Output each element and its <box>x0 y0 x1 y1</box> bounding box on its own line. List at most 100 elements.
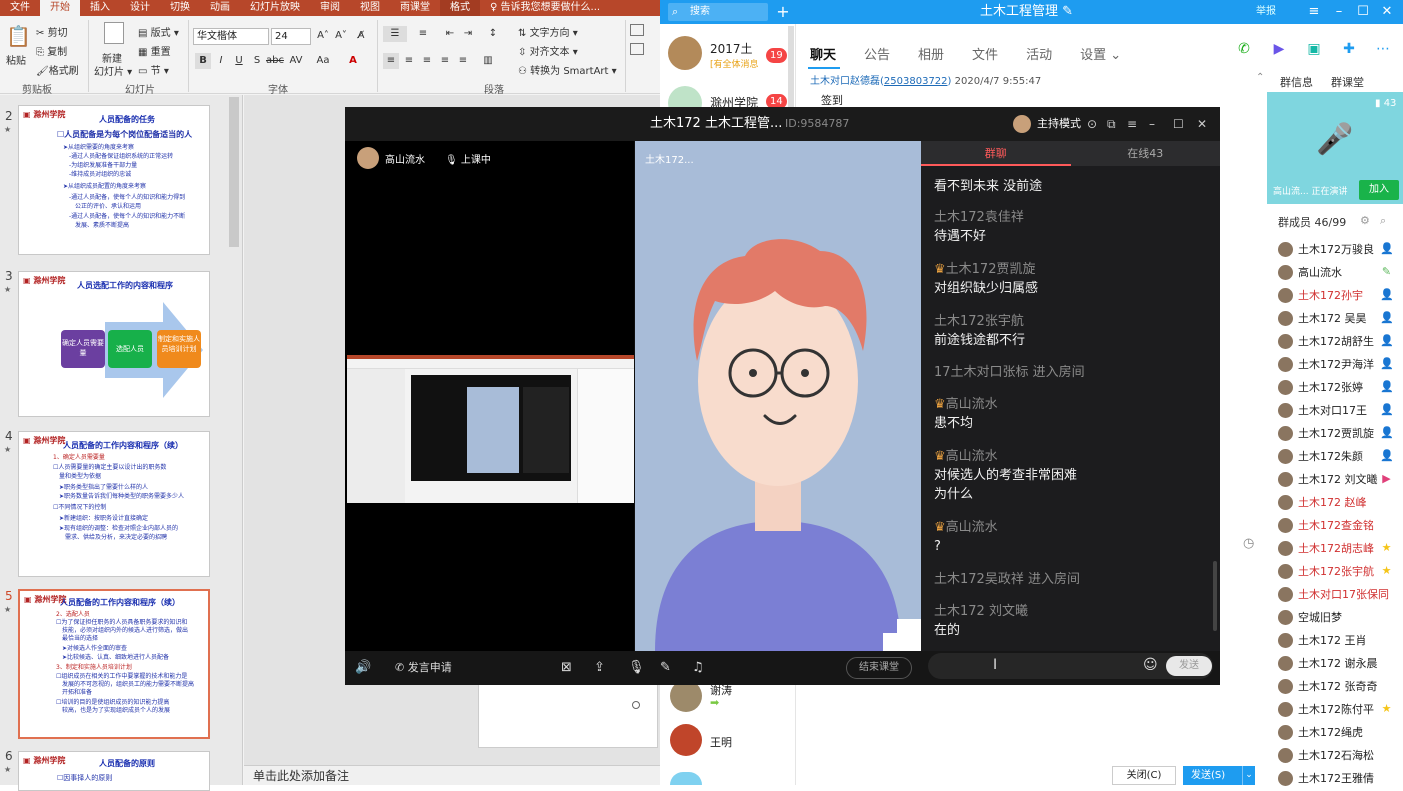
minimize-icon[interactable]: – <box>1328 0 1350 24</box>
tab-group-classroom[interactable]: 群课堂 <box>1331 74 1364 90</box>
member-row[interactable]: 土木172尹海洋 <box>1278 353 1374 375</box>
tab-announcement[interactable]: 公告 <box>864 44 890 63</box>
increase-indent-icon[interactable]: ⇥ <box>460 26 476 42</box>
member-row[interactable]: 土木172石海松 <box>1278 744 1374 766</box>
sender-qq-number[interactable]: 2503803722 <box>884 76 948 87</box>
bold-icon[interactable]: B <box>195 53 211 69</box>
member-row[interactable]: 土木172 赵峰 <box>1278 491 1367 513</box>
grow-font-icon[interactable]: A˄ <box>315 28 331 44</box>
tab-animations[interactable]: 动画 <box>200 0 240 16</box>
clear-format-icon[interactable]: A̸ <box>353 28 369 44</box>
settings-icon[interactable]: ⊙ <box>1087 107 1097 141</box>
tab-files[interactable]: 文件 <box>972 44 998 63</box>
classroom-send-button[interactable]: 发送 <box>1166 656 1212 676</box>
new-message-icon[interactable]: ✚ <box>1340 40 1358 58</box>
font-color-icon[interactable]: A <box>345 53 361 69</box>
justify-icon[interactable]: ≡ <box>437 53 453 69</box>
tab-online[interactable]: 在线43 <box>1071 141 1221 166</box>
slide-thumbnail-4[interactable]: ▣ 滁州学院 人员配备的工作内容和程序（续） 1、确定人员需要量 ☐人员需要量的… <box>18 431 210 577</box>
tab-review[interactable]: 审阅 <box>310 0 350 16</box>
format-painter-button[interactable]: 🖌格式刷 <box>36 62 79 77</box>
member-row[interactable]: 土木172查金铭 <box>1278 514 1374 536</box>
chat-scrollbar[interactable] <box>1213 561 1217 631</box>
menu-icon[interactable]: ≡ <box>1127 107 1137 141</box>
conversation-item[interactable]: 2017土 [有全体消息 19 <box>660 32 796 76</box>
maximize-icon[interactable]: ☐ <box>1173 107 1184 141</box>
slide-thumbnail-5-selected[interactable]: ▣ 滁州学院 人员配备的工作内容和程序（续） 2、选配人员 ☐为了保证担任职务的… <box>18 589 210 739</box>
strikethrough-icon[interactable]: abc <box>266 53 284 69</box>
tab-home[interactable]: 开始 <box>40 0 80 16</box>
align-right-icon[interactable]: ≡ <box>419 53 435 69</box>
copy-button[interactable]: ⎘ 复制 <box>36 43 67 58</box>
member-row[interactable]: 空城旧梦 <box>1278 606 1342 628</box>
align-center-icon[interactable]: ≡ <box>401 53 417 69</box>
tab-slideshow[interactable]: 幻灯片放映 <box>240 0 310 16</box>
music-icon[interactable]: ♫ <box>692 651 704 685</box>
text-direction-button[interactable]: ⇅ 文字方向 ▾ <box>518 24 578 39</box>
more-icon[interactable]: ⋯ <box>1374 40 1392 58</box>
section-button[interactable]: ▭ 节 ▾ <box>138 62 169 77</box>
slide-thumbnail-2[interactable]: ▣ 滁州学院 人员配备的任务 ☐人员配备是为每个岗位配备适当的人 ➤从组织需要的… <box>18 105 210 255</box>
video-call-icon[interactable]: ▶ <box>1270 40 1288 58</box>
share-screen-icon[interactable]: ▣ <box>1305 40 1323 58</box>
tab-view[interactable]: 视图 <box>350 0 390 16</box>
tab-group-chat[interactable]: 群聊 <box>921 141 1071 166</box>
minimize-icon[interactable]: – <box>1149 107 1155 141</box>
slide-thumbnail-6[interactable]: ▣ 滁州学院 人员配备的原则 ☐因事择人的原则 <box>18 751 210 791</box>
member-row[interactable]: 土木172朱颜 <box>1278 445 1363 467</box>
member-row[interactable]: 土木172 吴昊 <box>1278 307 1367 329</box>
report-link[interactable]: 举报 <box>1256 0 1276 24</box>
member-row[interactable]: 土木172胡志峰 <box>1278 537 1374 559</box>
member-row[interactable]: 高山流水 <box>1278 261 1342 283</box>
member-row[interactable]: 土木对口17张保同 <box>1278 583 1389 605</box>
tab-design[interactable]: 设计 <box>120 0 160 16</box>
new-slide-icon[interactable] <box>104 22 124 44</box>
menu-icon[interactable]: ≡ <box>1303 0 1325 24</box>
screen-share-icon[interactable]: ⇪ <box>594 651 605 685</box>
member-row[interactable]: 土木172 张奇奇 <box>1278 675 1378 697</box>
thumbnail-scrollbar[interactable] <box>229 97 239 247</box>
member-row[interactable]: 土木172孙宇 <box>1278 284 1363 306</box>
host-mode-label[interactable]: 主持模式 <box>1037 107 1081 141</box>
close-icon[interactable]: ✕ <box>1376 0 1398 24</box>
tab-format[interactable]: 格式 <box>440 0 480 16</box>
tab-album[interactable]: 相册 <box>918 44 944 63</box>
columns-icon[interactable]: ▥ <box>480 53 496 69</box>
tab-chat[interactable]: 聊天 <box>810 44 836 63</box>
notes-pane[interactable]: 单击此处添加备注 <box>244 765 660 785</box>
tab-group-info[interactable]: 群信息 <box>1280 74 1313 90</box>
popout-icon[interactable]: ⧉ <box>1107 107 1116 141</box>
underline-icon[interactable]: U <box>231 53 247 69</box>
paste-button[interactable]: 粘贴 <box>6 52 26 67</box>
voice-room-card[interactable]: ▮ 43 🎤 高山流... 正在演讲 加入 <box>1267 92 1403 204</box>
qq-search-input[interactable]: 搜索 <box>668 3 768 21</box>
align-text-button[interactable]: ⇳ 对齐文本 ▾ <box>518 43 578 58</box>
whiteboard-icon[interactable]: ✎ <box>660 651 671 685</box>
font-name-combo[interactable]: 华文楷体 <box>193 28 269 45</box>
collapse-icon[interactable]: ⌃ <box>1256 72 1264 83</box>
camera-off-icon[interactable]: ⊠ <box>561 651 572 685</box>
align-left-icon[interactable]: ≡ <box>383 53 399 69</box>
member-tools-icon[interactable]: ⚙ <box>1360 214 1370 227</box>
member-row[interactable]: 土木172 王肖 <box>1278 629 1367 651</box>
tab-transitions[interactable]: 切换 <box>160 0 200 16</box>
smartart-button[interactable]: ⚇ 转换为 SmartArt ▾ <box>518 62 617 77</box>
join-button[interactable]: 加入 <box>1359 180 1399 200</box>
tab-activities[interactable]: 活动 <box>1026 44 1052 63</box>
tab-rainclassroom[interactable]: 雨课堂 <box>390 0 440 16</box>
font-size-combo[interactable]: 24 <box>271 28 311 45</box>
bullets-icon[interactable]: ☰ <box>383 26 407 42</box>
member-row[interactable]: 土木172贾凯旋 <box>1278 422 1374 444</box>
resize-handle[interactable] <box>632 701 640 709</box>
sender-name[interactable]: 土木对口赵德磊 <box>810 76 880 87</box>
reset-button[interactable]: ▦ 重置 <box>138 43 171 58</box>
member-row[interactable]: 土木172 刘文曦 <box>1278 468 1378 490</box>
send-options-icon[interactable]: ⌄ <box>1242 766 1255 785</box>
line-spacing-icon[interactable]: ↕ <box>485 26 501 42</box>
char-spacing-icon[interactable]: AV <box>288 53 304 69</box>
microphone-icon[interactable]: 🎙 <box>628 651 645 685</box>
paste-icon[interactable]: 📋 <box>6 24 31 48</box>
member-row[interactable]: 土木172王雅倩 <box>1278 767 1374 789</box>
emoji-icon[interactable]: ☺ <box>1143 657 1158 673</box>
member-row[interactable]: 土木172陈付平 <box>1278 698 1374 720</box>
